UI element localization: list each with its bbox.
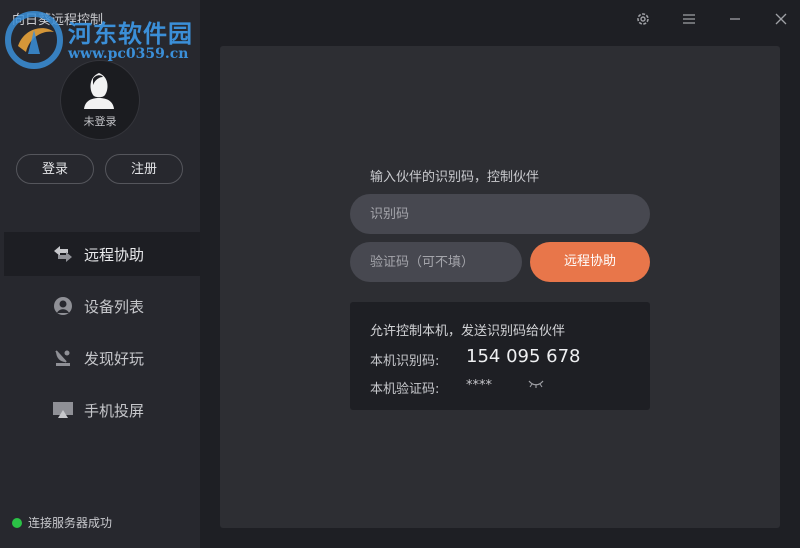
verification-code-input[interactable]: [350, 242, 522, 282]
remote-assist-icon: [54, 246, 72, 262]
local-id-label: 本机识别码:: [370, 354, 440, 369]
remote-assist-button[interactable]: 远程协助: [530, 242, 650, 282]
nav-label: 远程协助: [84, 246, 145, 264]
nav-label: 设备列表: [84, 298, 145, 316]
login-button[interactable]: 登录: [16, 154, 94, 184]
discover-icon: [55, 350, 70, 366]
nav-item-screen-cast[interactable]: 手机投屏: [4, 388, 200, 432]
watermark-name: 河东软件园: [68, 19, 193, 48]
local-code-label: 本机验证码:: [370, 382, 440, 397]
local-code-value: ****: [466, 378, 492, 393]
settings-button[interactable]: [633, 9, 653, 29]
minimize-icon: [730, 18, 740, 20]
device-list-icon: [54, 297, 72, 315]
watermark-logo-icon: [5, 11, 63, 69]
user-icon: [84, 73, 114, 109]
local-description: 允许控制本机，发送识别码给伙伴: [370, 324, 566, 339]
local-id-value: 154 095 678: [466, 346, 581, 367]
remote-prompt: 输入伙伴的识别码，控制伙伴: [370, 170, 540, 185]
register-button[interactable]: 注册: [105, 154, 183, 184]
login-status-label: 未登录: [83, 115, 117, 128]
nav-item-discover[interactable]: 发现好玩: [4, 336, 200, 380]
sidebar: 向日葵远程控制 未登录 登录 注册 远程协助 设备列表 发现好玩 手机投屏 连接…: [0, 0, 200, 548]
menu-button[interactable]: [679, 9, 699, 29]
partner-id-input[interactable]: [350, 194, 650, 234]
status-dot-icon: [12, 518, 22, 528]
eye-hidden-icon[interactable]: [528, 378, 544, 390]
nav-label: 手机投屏: [84, 402, 145, 420]
local-info-box: 允许控制本机，发送识别码给伙伴 本机识别码: 154 095 678 本机验证码…: [350, 302, 650, 410]
main-panel: [220, 46, 780, 528]
close-icon: [775, 13, 787, 25]
watermark-url: www.pc0359.cn: [68, 46, 189, 62]
close-button[interactable]: [771, 9, 791, 29]
avatar[interactable]: 未登录: [60, 60, 140, 140]
nav-item-remote-assist[interactable]: 远程协助: [4, 232, 200, 276]
minimize-button[interactable]: [725, 9, 745, 29]
gear-icon: [637, 13, 649, 25]
nav-item-device-list[interactable]: 设备列表: [4, 284, 200, 328]
menu-icon: [683, 14, 695, 24]
nav-label: 发现好玩: [84, 350, 145, 368]
screen-cast-icon: [53, 402, 73, 418]
connection-status: 连接服务器成功: [12, 514, 112, 531]
watermark: 河东软件园 www.pc0359.cn: [4, 10, 214, 70]
status-text: 连接服务器成功: [28, 516, 113, 530]
